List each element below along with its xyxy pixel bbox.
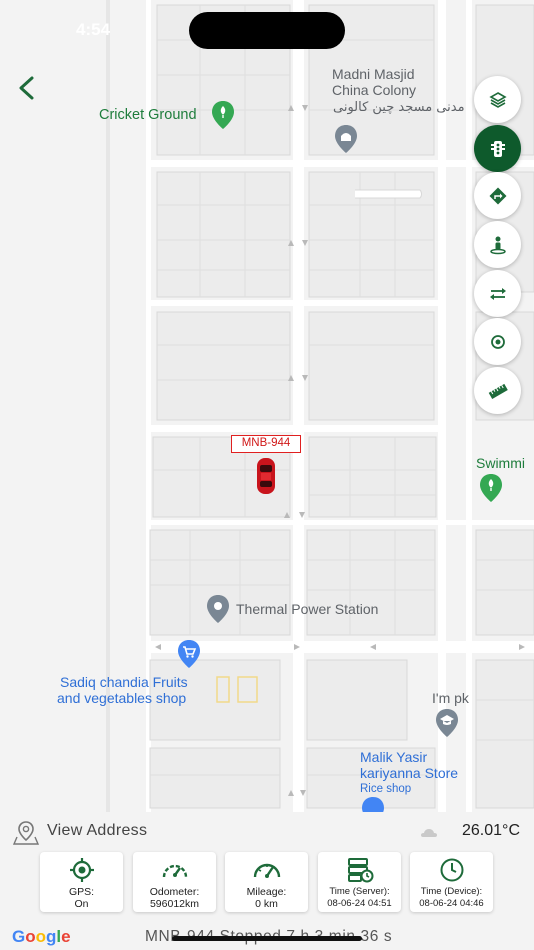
locate-button[interactable] — [474, 318, 521, 365]
back-button[interactable] — [12, 72, 42, 104]
temperature-value: 26.01°C — [462, 822, 520, 839]
odometer-icon — [162, 864, 187, 878]
vehicle-plate-label: MNB-944 — [231, 435, 301, 453]
poi-swimming-label: Swimmi — [476, 455, 525, 471]
server-time-card[interactable]: Time (Server): 08-06-24 04:51 — [318, 852, 401, 912]
street-view-button[interactable] — [474, 221, 521, 268]
poi-malik-label-2: kariyanna Store — [360, 765, 459, 781]
mileage-card-value: 0 km — [255, 898, 278, 910]
person-pin-icon — [489, 236, 506, 254]
gps-card-value: On — [74, 898, 89, 910]
mosque-pin-icon[interactable] — [334, 124, 358, 154]
poi-masjid-label-1: Madni Masjid — [332, 66, 415, 82]
device-time-value: 08-06-24 04:46 — [419, 898, 484, 909]
poi-masjid-label-2: China Colony — [332, 82, 417, 98]
status-time: 4:54 — [76, 20, 111, 39]
target-icon — [490, 334, 505, 349]
device-time-title: Time (Device): — [420, 886, 483, 897]
map-view[interactable]: 4:54 Cricket Ground Madni Masjid China C… — [0, 0, 534, 812]
poi-thermal-label: Thermal Power Station — [236, 601, 379, 617]
traffic-light-icon — [490, 140, 505, 157]
view-address-link[interactable]: View Address — [47, 822, 147, 840]
server-time-value: 08-06-24 04:51 — [327, 898, 392, 909]
school-pin-icon[interactable] — [435, 708, 459, 738]
server-clock-icon — [347, 858, 373, 883]
clock-icon — [440, 858, 463, 882]
park-pin-icon[interactable] — [211, 100, 235, 130]
poi-sadiq-label-1: Sadiq chandia Fruits — [60, 674, 188, 690]
server-time-title: Time (Server): — [329, 886, 390, 897]
poi-cricket-ground-label: Cricket Ground — [99, 107, 197, 123]
vehicle-info-panel: View Address 26.01°C GPS: On Odometer: 596… — [0, 812, 534, 950]
swap-icon — [489, 287, 506, 300]
dynamic-island — [189, 12, 345, 49]
ruler-icon — [488, 383, 508, 399]
odometer-card-value: 596012km — [149, 898, 200, 910]
layers-button[interactable] — [474, 76, 521, 123]
park-pin-icon[interactable] — [479, 473, 503, 503]
cloud-icon — [421, 829, 437, 837]
device-time-card[interactable]: Time (Device): 08-06-24 04:46 — [410, 852, 493, 912]
odometer-card-title: Odometer: — [149, 886, 200, 898]
poi-impk-label: I'm pk — [432, 690, 469, 706]
shopping-pin-icon[interactable] — [361, 796, 385, 812]
ruler-button[interactable] — [474, 367, 521, 414]
swap-button[interactable] — [474, 270, 521, 317]
gps-card-title: GPS: — [68, 886, 95, 898]
odometer-card[interactable]: Odometer: 596012km — [133, 852, 216, 912]
shopping-pin-icon[interactable] — [177, 639, 201, 669]
poi-sadiq-label-2: and vegetables shop — [57, 690, 187, 706]
map-pin-outline-icon — [12, 821, 40, 845]
poi-malik-sublabel: Rice shop — [360, 783, 412, 795]
google-logo: Google — [12, 927, 71, 946]
mileage-card-title: Mileage: — [246, 886, 287, 898]
layers-icon — [488, 91, 507, 108]
directions-button[interactable] — [474, 172, 521, 219]
place-pin-icon[interactable] — [206, 594, 230, 624]
view-address-row[interactable]: View Address 26.01°C — [12, 818, 522, 846]
gps-target-icon — [69, 858, 94, 882]
vehicle-car-icon[interactable] — [254, 456, 278, 496]
home-indicator — [172, 936, 362, 941]
chevron-left-icon — [19, 76, 34, 100]
directions-icon — [489, 187, 506, 204]
speedometer-icon — [253, 863, 280, 878]
gps-card[interactable]: GPS: On — [40, 852, 123, 912]
mileage-card[interactable]: Mileage: 0 km — [225, 852, 308, 912]
poi-masjid-label-urdu: مدنی مسجد چین کالونی — [333, 100, 465, 115]
poi-malik-label-1: Malik Yasir — [360, 749, 428, 765]
traffic-button[interactable] — [474, 125, 521, 172]
